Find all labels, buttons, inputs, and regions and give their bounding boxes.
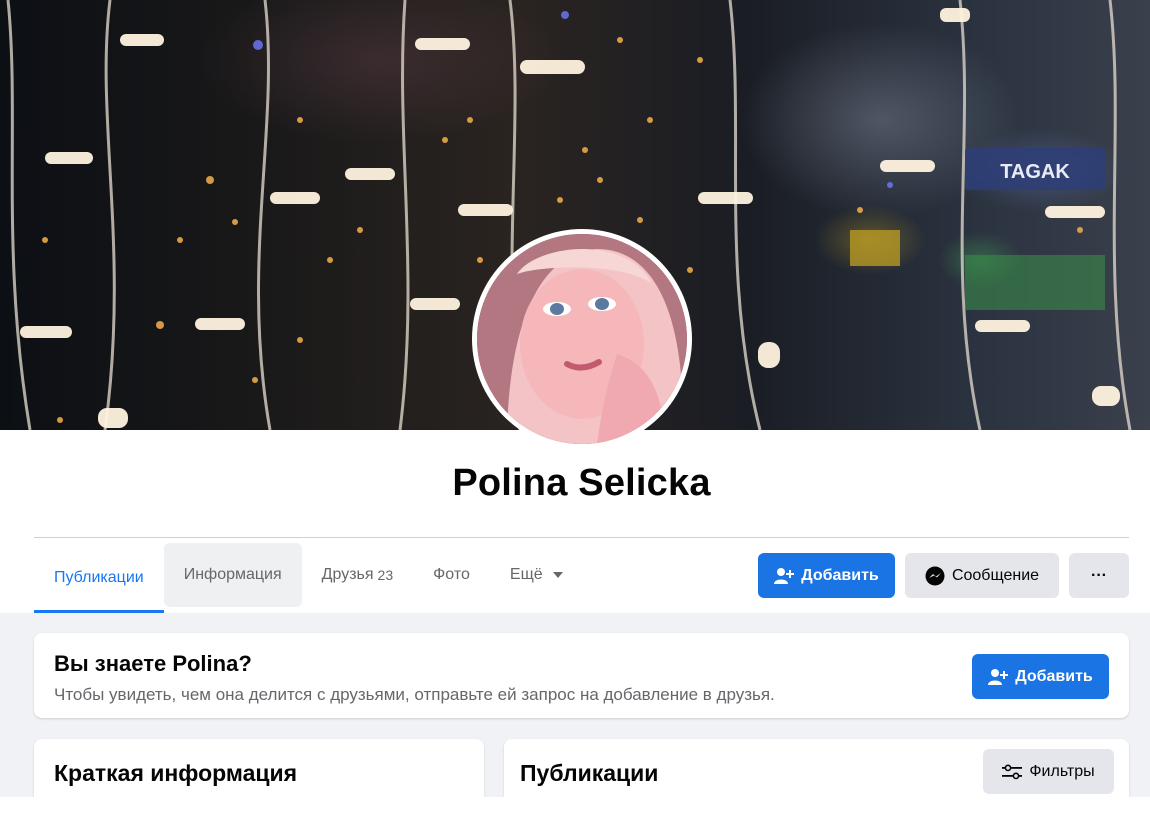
caret-down-icon	[552, 572, 563, 578]
message-button[interactable]: Сообщение	[905, 553, 1059, 598]
profile-tabs: Публикации Информация Друзья 23 Фото Ещё	[34, 543, 583, 613]
add-friend-card-button[interactable]: Добавить	[972, 654, 1109, 699]
add-friend-card-label: Добавить	[1015, 667, 1093, 685]
know-card-text: Чтобы увидеть, чем она делится с друзьям…	[54, 685, 775, 704]
intro-card-title: Краткая информация	[54, 760, 298, 786]
tab-friends[interactable]: Друзья 23	[302, 543, 413, 607]
filters-icon	[1002, 764, 1023, 780]
add-friend-button[interactable]: Добавить	[758, 553, 895, 598]
tab-friends-label: Друзья	[321, 566, 374, 583]
tab-more-label: Ещё	[509, 566, 543, 583]
message-label: Сообщение	[951, 566, 1040, 584]
tab-photos-label: Фото	[433, 566, 470, 583]
profile-page: TAGAK Polina Selicka Публикации Информац…	[0, 0, 1150, 839]
bottom-edge	[0, 797, 1150, 839]
header-divider	[34, 537, 1129, 538]
add-friend-icon	[988, 668, 1009, 686]
tab-info[interactable]: Информация	[163, 543, 302, 607]
filters-button[interactable]: Фильтры	[983, 749, 1114, 794]
tab-info-label: Информация	[183, 566, 282, 583]
avatar-photo	[477, 234, 687, 444]
tab-posts-label: Публикации	[54, 569, 144, 586]
profile-name: Polina Selicka	[452, 462, 711, 504]
posts-card-title: Публикации	[520, 760, 659, 786]
tab-photos[interactable]: Фото	[413, 543, 490, 607]
friends-count: 23	[377, 567, 394, 583]
know-card-title: Вы знаете Polina?	[54, 651, 252, 676]
profile-avatar[interactable]	[472, 229, 692, 449]
add-friend-label: Добавить	[801, 566, 879, 584]
messenger-icon	[925, 566, 945, 586]
tab-more[interactable]: Ещё	[490, 543, 583, 607]
tab-posts[interactable]: Публикации	[34, 543, 164, 613]
know-person-card: Вы знаете Polina? Чтобы увидеть, чем она…	[34, 633, 1129, 718]
more-dots-icon: ···	[1091, 566, 1107, 584]
add-friend-icon	[774, 567, 795, 585]
more-options-button[interactable]: ···	[1069, 553, 1129, 598]
filters-label: Фильтры	[1029, 762, 1095, 780]
svg-text:TAGAK: TAGAK	[1000, 161, 1070, 183]
